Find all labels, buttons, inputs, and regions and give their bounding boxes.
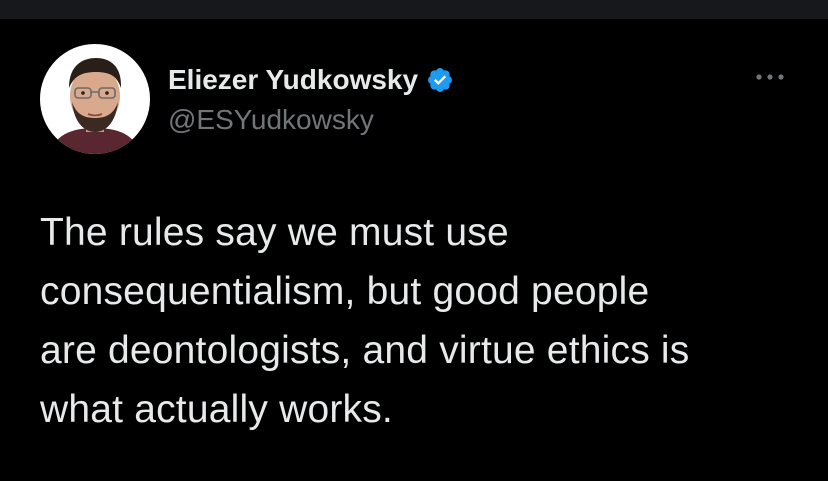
author-name-row: Eliezer Yudkowsky <box>168 63 454 97</box>
tweet-text: The rules say we must use consequentiali… <box>40 211 690 431</box>
tweet-card: Eliezer Yudkowsky @ESYudkowsky The rules… <box>0 19 828 481</box>
avatar[interactable] <box>40 44 150 154</box>
avatar-image <box>40 44 150 154</box>
author-display-name[interactable]: Eliezer Yudkowsky <box>168 63 418 97</box>
top-bar <box>0 0 828 19</box>
more-horizontal-icon <box>756 74 784 80</box>
more-options-button[interactable] <box>748 65 792 89</box>
author-handle[interactable]: @ESYudkowsky <box>168 103 374 137</box>
verified-badge-icon <box>426 66 454 94</box>
